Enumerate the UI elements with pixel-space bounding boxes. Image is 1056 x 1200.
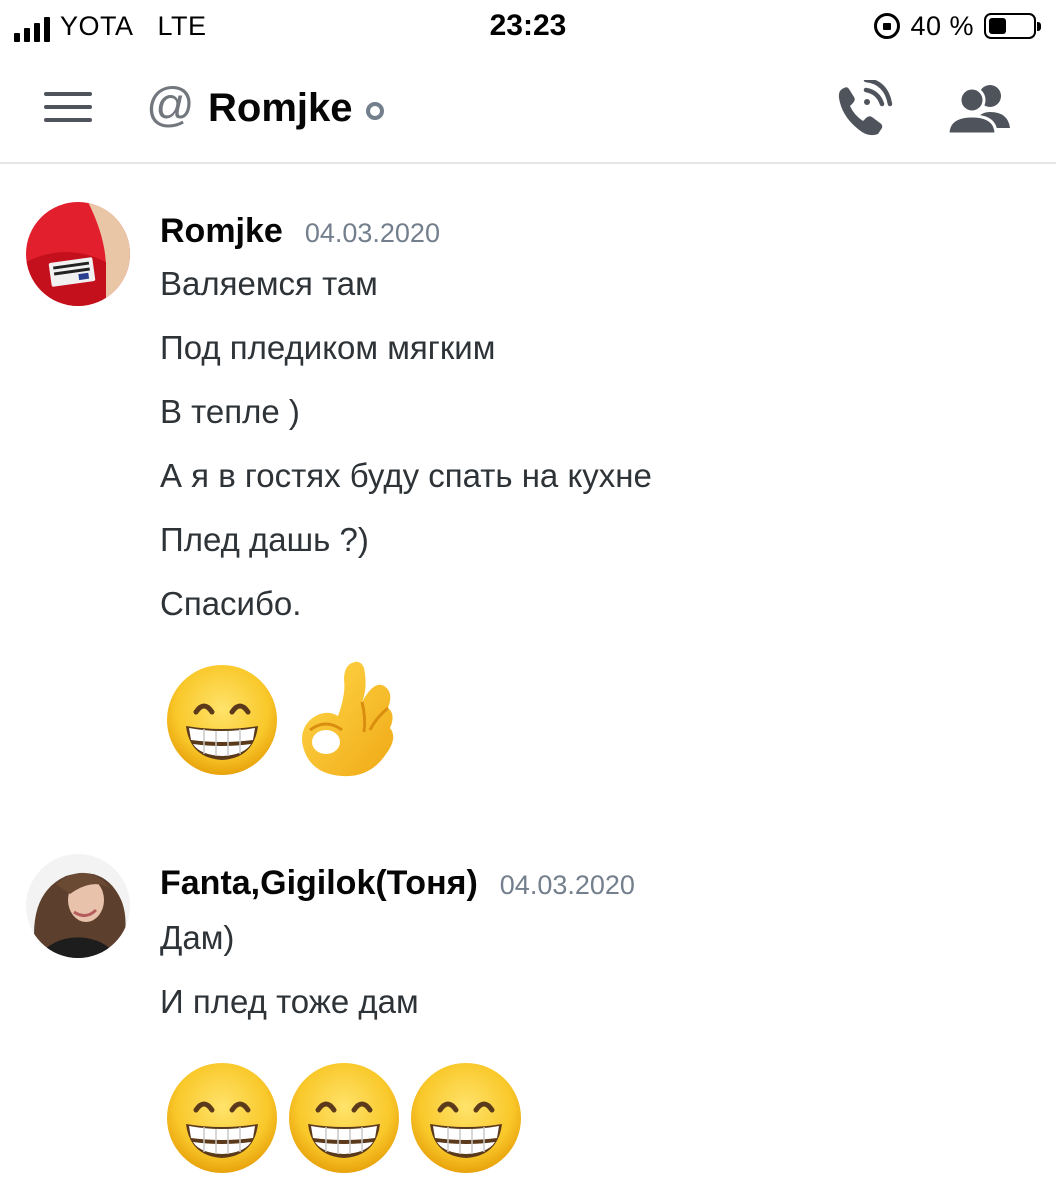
channel-title: Romjke [208, 86, 353, 130]
battery-icon [984, 13, 1041, 39]
grinning-face-emoji [286, 1060, 402, 1176]
menu-icon[interactable] [44, 90, 92, 124]
status-bar: YOTA LTE 23:23 40 % [0, 0, 1056, 56]
grinning-face-emoji [408, 1060, 524, 1176]
battery-level-fill [989, 18, 1006, 34]
message-timestamp: 04.03.2020 [499, 870, 635, 900]
message-text: Плед дашь ?) [160, 521, 369, 558]
message-text: А я в гостях буду спать на кухне [160, 457, 652, 494]
ok-hand-emoji [302, 661, 394, 777]
grinning-face-emoji [164, 1060, 280, 1176]
message-author[interactable]: Fanta,Gigilok(Тоня) [160, 864, 478, 903]
battery-percentage: 40 % [910, 11, 974, 41]
grinning-face-emoji [164, 662, 280, 778]
message-text: Спасибо. [160, 585, 302, 622]
message-text: Дам) [160, 919, 235, 956]
message-timestamp: 04.03.2020 [304, 218, 440, 248]
message-text: В тепле ) [160, 393, 300, 430]
message-text: И плед тоже дам [160, 983, 419, 1020]
voice-call-icon[interactable] [834, 80, 896, 140]
at-icon: @ [146, 79, 195, 132]
message-group: Romjke 04.03.2020 Валяемся там Под пледи… [0, 200, 1056, 800]
avatar[interactable] [26, 202, 130, 306]
message-text: Валяемся там [160, 265, 378, 302]
members-icon[interactable] [946, 82, 1012, 138]
message-group: Fanta,Gigilok(Тоня) 04.03.2020 Дам) И пл… [0, 852, 1056, 1192]
status-bar-right: 40 % [874, 10, 1041, 42]
channel-header: @ Romjke [0, 56, 1056, 164]
avatar[interactable] [26, 854, 130, 958]
message-author[interactable]: Romjke [160, 212, 283, 251]
online-status-icon [366, 102, 384, 120]
rotation-lock-icon [874, 13, 901, 39]
message-text: Под пледиком мягким [160, 329, 496, 366]
